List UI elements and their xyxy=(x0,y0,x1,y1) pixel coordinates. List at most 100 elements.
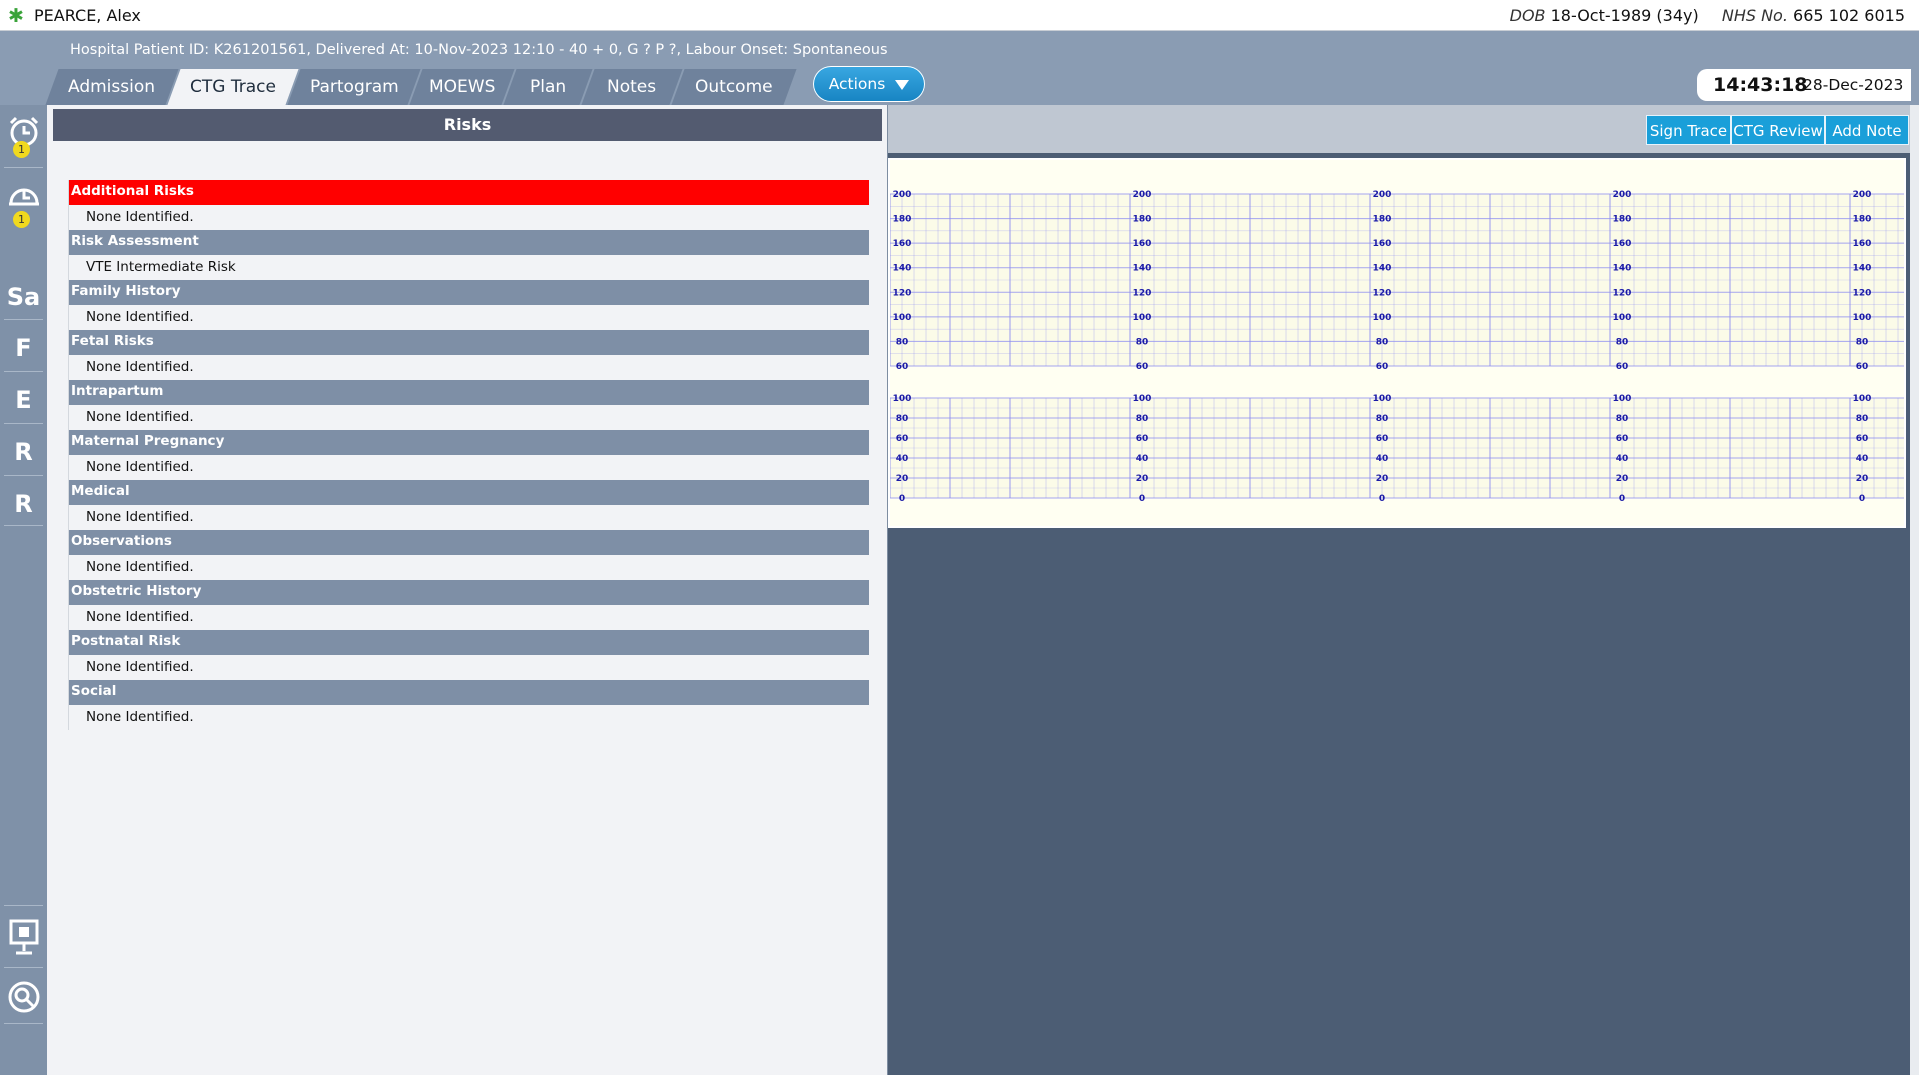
rail-letter-r-2[interactable]: R xyxy=(0,490,47,518)
fhr-band-tick-label: 140 xyxy=(893,264,912,274)
dob-value: 18-Oct-1989 (34y) xyxy=(1550,6,1699,25)
risk-section-value: None Identified. xyxy=(86,709,194,725)
tab-moews[interactable]: MOEWS xyxy=(409,69,515,105)
risk-section-value: None Identified. xyxy=(86,459,194,475)
fhr-band-tick-label: 160 xyxy=(1373,239,1392,249)
toco-band-tick-label: 100 xyxy=(1373,394,1392,404)
tab-label: Partogram xyxy=(309,77,399,97)
nhs-value: 665 102 6015 xyxy=(1793,6,1905,25)
fhr-band-tick-label: 140 xyxy=(1853,264,1872,274)
rail-divider xyxy=(4,1023,43,1024)
risk-section-heading: Intrapartum xyxy=(69,380,869,405)
toco-band-tick-label: 40 xyxy=(1616,454,1629,464)
risk-section-value: None Identified. xyxy=(86,609,194,625)
toco-band-tick-label: 20 xyxy=(1856,474,1869,484)
tab-partogram[interactable]: Partogram xyxy=(287,69,421,105)
fhr-band-tick-label: 200 xyxy=(1853,190,1872,200)
tab-plan[interactable]: Plan xyxy=(503,69,593,105)
toco-band-tick-label: 60 xyxy=(1376,434,1389,444)
tab-outcome[interactable]: Outcome xyxy=(671,69,797,105)
risk-section-heading: Risk Assessment xyxy=(69,230,869,255)
risk-section-value: None Identified. xyxy=(86,659,194,675)
risk-section-value: None Identified. xyxy=(86,309,194,325)
rail-divider xyxy=(4,967,43,968)
actions-button[interactable]: Actions xyxy=(813,66,925,102)
toco-band-tick-label: 80 xyxy=(1136,414,1149,424)
rail-letter-e[interactable]: E xyxy=(0,386,47,414)
monitor-icon[interactable] xyxy=(0,918,47,960)
toco-band-tick-label: 0 xyxy=(1379,494,1385,504)
toco-band-tick-label: 60 xyxy=(1136,434,1149,444)
alarm-clock-icon[interactable]: 1 xyxy=(0,115,47,158)
toco-band-tick-label: 0 xyxy=(899,494,905,504)
risk-section-value: None Identified. xyxy=(86,509,194,525)
ctg-review-button[interactable]: CTG Review xyxy=(1731,115,1825,145)
toco-band-tick-label: 20 xyxy=(1616,474,1629,484)
toco-band-tick-label: 60 xyxy=(896,434,909,444)
toco-band-tick-label: 20 xyxy=(896,474,909,484)
ctg-paper: 200 180 160 140 120 100 80 60 200 180 160 140 120 100… xyxy=(888,158,1906,528)
risk-section-value: None Identified. xyxy=(86,209,194,225)
fhr-band-tick-label: 200 xyxy=(1133,190,1152,200)
toco-band-tick-label: 60 xyxy=(1856,434,1869,444)
toco-band-tick-label: 100 xyxy=(1613,394,1632,404)
fhr-band-tick-label: 80 xyxy=(1136,337,1149,347)
patient-header: Hospital Patient ID: K261201561, Deliver… xyxy=(0,31,1919,105)
tab-admission[interactable]: Admission xyxy=(45,69,179,105)
chevron-down-icon xyxy=(895,79,910,90)
add-note-button[interactable]: Add Note xyxy=(1825,115,1909,145)
rail-divider xyxy=(4,167,43,168)
fhr-band-tick-label: 120 xyxy=(1133,288,1152,298)
risks-panel: Risks Additional Risks None Identified. Ri… xyxy=(47,105,888,1075)
fhr-band-tick-label: 60 xyxy=(1376,362,1389,372)
dob-label: DOB xyxy=(1509,6,1546,25)
toco-band-tick-label: 80 xyxy=(1376,414,1389,424)
sign-trace-button[interactable]: Sign Trace xyxy=(1646,115,1731,145)
tab-notes[interactable]: Notes xyxy=(581,69,683,105)
fhr-band-tick-label: 100 xyxy=(1373,313,1392,323)
fhr-band-tick-label: 180 xyxy=(1133,215,1152,225)
rail-divider xyxy=(4,371,43,372)
tab-ctg-trace[interactable]: CTG Trace xyxy=(167,69,299,105)
patient-info-line: Hospital Patient ID: K261201561, Deliver… xyxy=(70,42,888,58)
clock-date: 28-Dec-2023 xyxy=(1803,76,1904,94)
tab-label: MOEWS xyxy=(428,77,496,97)
fhr-band-tick-label: 200 xyxy=(1373,190,1392,200)
rail-divider xyxy=(4,319,43,320)
search-icon[interactable] xyxy=(0,980,47,1018)
fhr-band-tick-label: 120 xyxy=(1613,288,1632,298)
risk-section-value: None Identified. xyxy=(86,559,194,575)
risk-section-heading: Social xyxy=(69,680,869,705)
toco-band-tick-label: 80 xyxy=(1856,414,1869,424)
fhr-band-tick-label: 100 xyxy=(1853,313,1872,323)
snooze-alarm-icon[interactable]: 1 xyxy=(0,179,47,228)
fhr-band-tick-label: 200 xyxy=(893,190,912,200)
toco-band-tick-label: 40 xyxy=(1856,454,1869,464)
risk-section-value: None Identified. xyxy=(86,359,194,375)
snooze-badge: 1 xyxy=(13,211,30,228)
fhr-band-tick-label: 180 xyxy=(1373,215,1392,225)
toco-band-tick-label: 0 xyxy=(1859,494,1865,504)
fhr-band-tick-label: 160 xyxy=(1133,239,1152,249)
rail-letter-sa[interactable]: Sa xyxy=(0,283,47,311)
fhr-band-tick-label: 100 xyxy=(893,313,912,323)
rail-letter-r[interactable]: R xyxy=(0,438,47,466)
fhr-band-tick-label: 60 xyxy=(1136,362,1149,372)
fhr-band-tick-label: 80 xyxy=(1856,337,1869,347)
toco-band-tick-label: 100 xyxy=(1853,394,1872,404)
fhr-band-tick-label: 200 xyxy=(1613,190,1632,200)
ctg-trace-view[interactable]: 200 180 160 140 120 100 80 60 200 180 160 140 120 100… xyxy=(888,153,1910,1075)
fhr-band-tick-label: 100 xyxy=(1133,313,1152,323)
fhr-band-tick-label: 180 xyxy=(1613,215,1632,225)
clock-time: 14:43:18 xyxy=(1713,74,1808,96)
risk-section-heading: Postnatal Risk xyxy=(69,630,869,655)
toco-band-tick-label: 40 xyxy=(1376,454,1389,464)
fhr-band-tick-label: 80 xyxy=(1376,337,1389,347)
toco-band-tick-label: 40 xyxy=(1136,454,1149,464)
fhr-band-tick-label: 80 xyxy=(896,337,909,347)
scrollbar[interactable] xyxy=(1910,105,1919,1075)
app-logo-icon: ✱ xyxy=(8,5,24,27)
toco-band-tick-label: 20 xyxy=(1376,474,1389,484)
rail-letter-f[interactable]: F xyxy=(0,334,47,362)
risk-section-value: VTE Intermediate Risk xyxy=(86,259,236,275)
